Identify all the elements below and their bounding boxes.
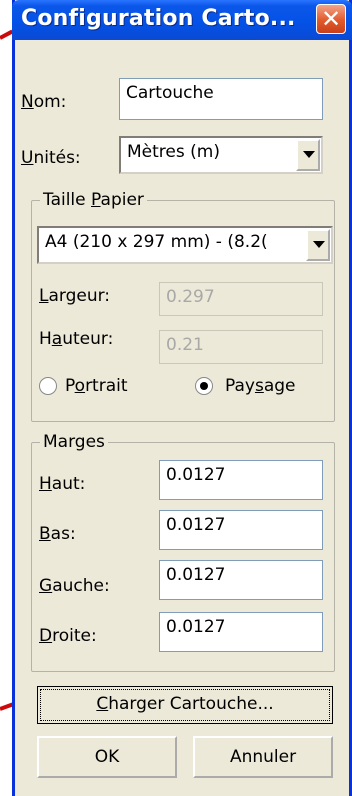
close-button[interactable]: ✕ xyxy=(316,4,346,34)
droite-input[interactable]: 0.0127 xyxy=(159,612,323,652)
bas-label: Bas: xyxy=(39,524,76,544)
ok-button[interactable]: OK xyxy=(37,736,177,778)
gauche-label: Gauche: xyxy=(39,576,110,596)
haut-label: Haut: xyxy=(39,474,86,494)
paysage-radio[interactable] xyxy=(195,377,213,395)
close-icon: ✕ xyxy=(320,5,342,33)
title-bar[interactable]: Configuration Carto... ✕ xyxy=(12,0,352,40)
dialog-window: Configuration Carto... ✕ Nom: Cartouche … xyxy=(12,0,352,796)
chevron-down-icon[interactable] xyxy=(306,229,330,261)
gauche-input[interactable]: 0.0127 xyxy=(159,560,323,600)
nom-input[interactable]: Cartouche xyxy=(119,78,323,120)
paper-group-title: Taille Papier xyxy=(40,190,147,210)
hauteur-label: Hauteur: xyxy=(39,329,114,349)
paper-size-select[interactable]: A4 (210 x 297 mm) - (8.2( xyxy=(37,226,333,264)
unites-value: Mètres (m) xyxy=(127,142,220,162)
largeur-input[interactable]: 0.297 xyxy=(159,282,323,316)
paper-size-value: A4 (210 x 297 mm) - (8.2( xyxy=(45,232,268,252)
hauteur-input[interactable]: 0.21 xyxy=(159,330,323,364)
margins-group-title: Marges xyxy=(40,432,108,452)
cancel-button[interactable]: Annuler xyxy=(193,736,333,778)
portrait-radio[interactable] xyxy=(39,377,57,395)
droite-label: Droite: xyxy=(39,626,97,646)
nom-label: Nom: xyxy=(21,92,67,112)
paysage-label[interactable]: Paysage xyxy=(225,376,296,396)
portrait-label[interactable]: Portrait xyxy=(65,376,128,396)
haut-input[interactable]: 0.0127 xyxy=(159,460,323,500)
bas-input[interactable]: 0.0127 xyxy=(159,510,323,550)
unites-select[interactable]: Mètres (m) xyxy=(119,136,323,174)
window-title: Configuration Carto... xyxy=(21,6,296,31)
chevron-down-icon[interactable] xyxy=(296,139,320,171)
load-cartouche-button[interactable]: Charger Cartouche... xyxy=(37,686,333,724)
unites-label: Unités: xyxy=(21,148,81,168)
largeur-label: Largeur: xyxy=(39,286,111,306)
